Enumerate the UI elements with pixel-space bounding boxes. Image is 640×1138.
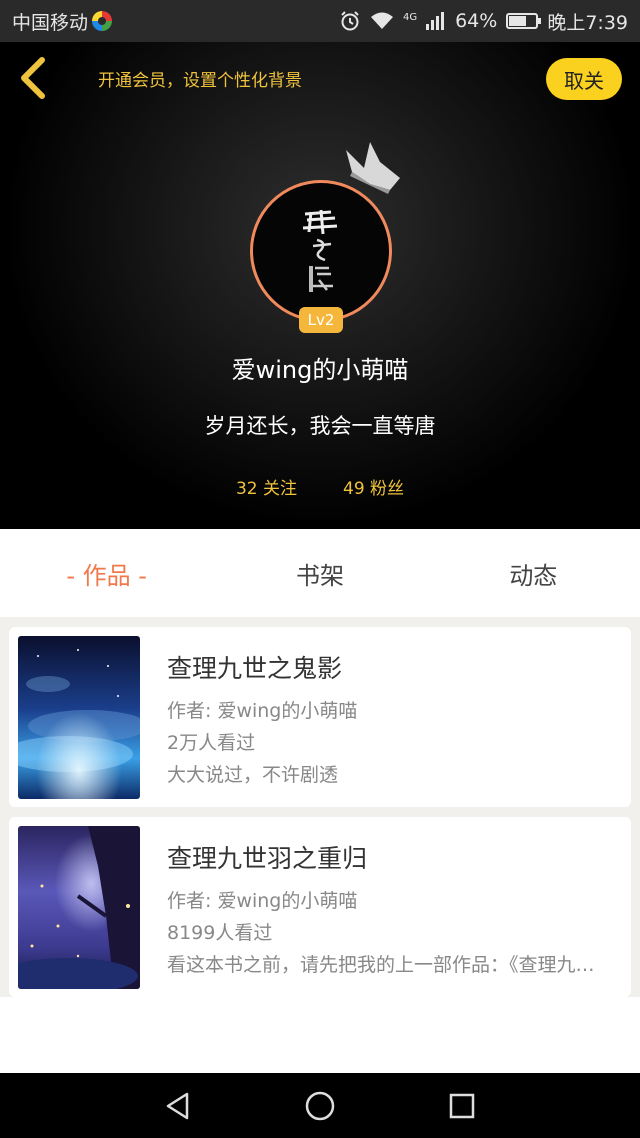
alarm-icon xyxy=(341,11,359,31)
wifi-icon xyxy=(370,12,393,29)
night-forest-cover-image xyxy=(18,826,140,989)
circle-home-icon xyxy=(305,1091,335,1121)
book-author: 作者: 爱wing的小萌喵 xyxy=(167,700,358,722)
book-description: 看这本书之前，请先把我的上一部作品：《查理九世之鬼影》 xyxy=(167,954,612,976)
book-cover xyxy=(18,826,140,989)
system-nav-bar xyxy=(0,1073,640,1138)
tab-works[interactable]: - 作品 - xyxy=(0,529,213,617)
book-views: 8199人看过 xyxy=(167,922,273,944)
clock: 晚上7:39 xyxy=(547,11,628,34)
nav-back-button[interactable] xyxy=(159,1087,197,1125)
unfollow-button[interactable]: 取关 xyxy=(546,58,622,100)
tab-activity[interactable]: 动态 xyxy=(427,529,640,617)
status-right: 4G 64% 晚上7:39 xyxy=(339,8,628,35)
battery-percent: 64% xyxy=(455,10,498,32)
vip-prompt-link[interactable]: 开通会员，设置个性化背景 xyxy=(98,66,302,91)
nav-recents-button[interactable] xyxy=(443,1087,481,1125)
following-count[interactable]: 32 关注 xyxy=(236,474,297,499)
book-title: 查理九世之鬼影 xyxy=(167,654,343,683)
nav-home-button[interactable] xyxy=(301,1087,339,1125)
carrier-logo-icon xyxy=(92,11,113,31)
avatar-calligraphy-image xyxy=(302,209,338,292)
network-type: 4G xyxy=(402,11,418,23)
book-description: 大大说过，不许剧透 xyxy=(167,764,339,786)
battery-level xyxy=(509,16,526,26)
list-bottom-area xyxy=(0,997,640,1073)
level-badge: Lv2 xyxy=(299,307,343,333)
battery-icon xyxy=(506,13,542,29)
status-bar: 中国移动 4G 64% 晚上7:39 xyxy=(0,0,640,42)
chevron-left-icon xyxy=(21,57,45,99)
username: 爱wing的小萌喵 xyxy=(231,356,409,384)
carrier-name: 中国移动 xyxy=(12,11,89,34)
profile-header: 开通会员，设置个性化背景 取关 Lv2 爱wing的小萌喵 岁月还长，我会一直等… xyxy=(0,42,640,529)
avatar[interactable] xyxy=(250,180,392,322)
book-card[interactable]: 查理九世羽之重归 作者: 爱wing的小萌喵 8199人看过 看这本书之前，请先… xyxy=(9,817,631,997)
night-sky-cover-image xyxy=(18,636,140,799)
back-button[interactable] xyxy=(14,56,54,100)
signal-icon xyxy=(426,12,445,30)
followers-count[interactable]: 49 粉丝 xyxy=(343,474,404,499)
square-recents-icon xyxy=(449,1093,475,1119)
book-views: 2万人看过 xyxy=(167,732,256,754)
user-bio: 岁月还长，我会一直等唐 xyxy=(204,414,436,438)
book-author: 作者: 爱wing的小萌喵 xyxy=(167,890,358,912)
book-cover xyxy=(18,636,140,799)
status-left: 中国移动 xyxy=(12,8,113,35)
book-card[interactable]: 查理九世之鬼影 作者: 爱wing的小萌喵 2万人看过 大大说过，不许剧透 xyxy=(9,627,631,807)
book-title: 查理九世羽之重归 xyxy=(167,844,368,873)
triangle-back-icon xyxy=(166,1092,189,1120)
profile-tabs: - 作品 - 书架 动态 xyxy=(0,529,640,617)
user-stats: 32 关注 49 粉丝 xyxy=(0,474,640,499)
tab-bookshelf[interactable]: 书架 xyxy=(213,529,426,617)
